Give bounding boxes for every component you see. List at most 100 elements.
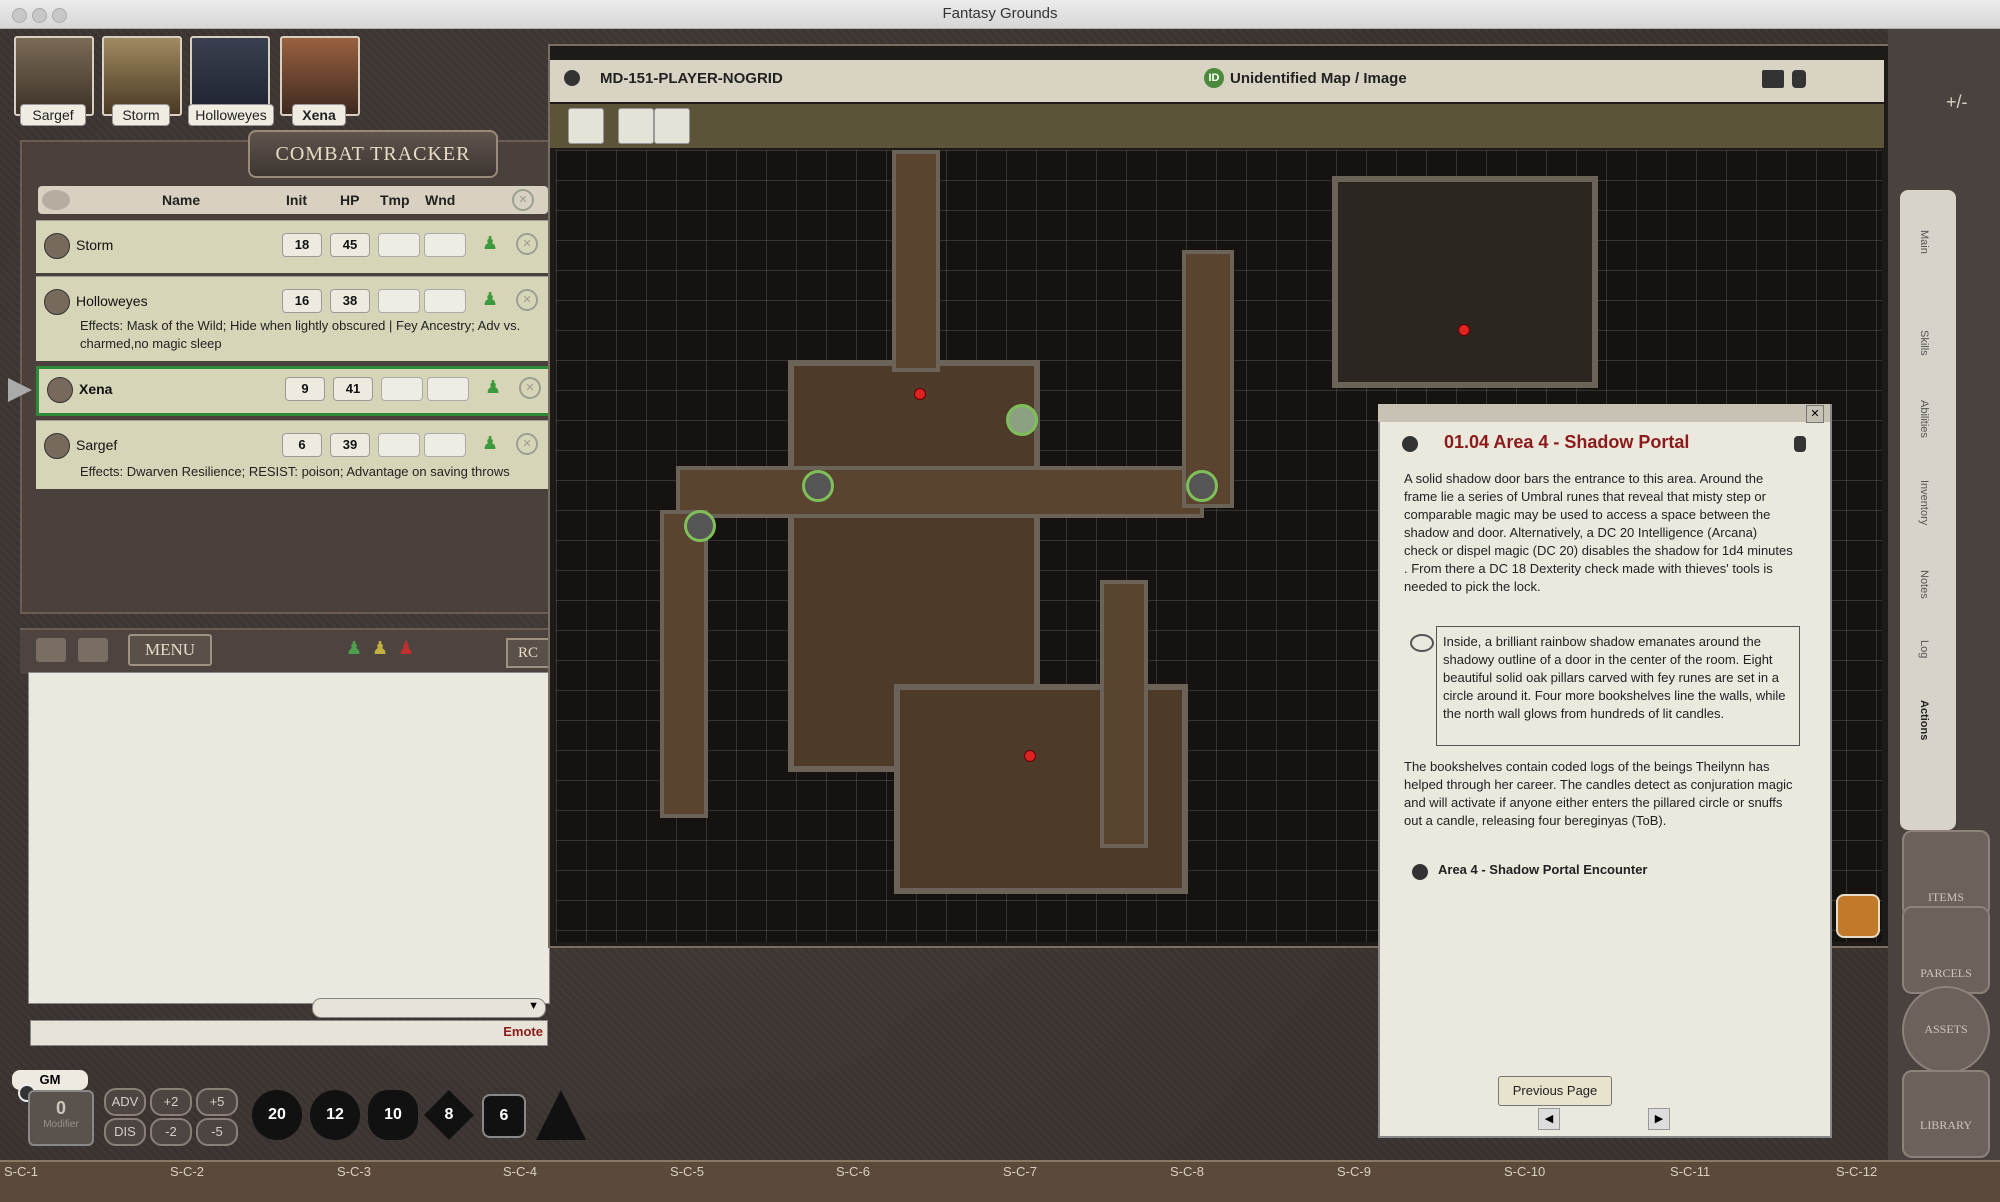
init-field[interactable]: 16: [282, 289, 322, 313]
d10-die-icon[interactable]: 10: [368, 1090, 418, 1140]
combatant-row-storm[interactable]: Storm 18 45 ♟ ✕: [36, 220, 548, 273]
hp-field[interactable]: 45: [330, 233, 370, 257]
zoom-to-fit-icon[interactable]: [568, 108, 604, 144]
hotkey-slot-5[interactable]: S-C-5: [670, 1164, 704, 1179]
friend-faction-icon[interactable]: ♟: [485, 377, 503, 397]
lock-icon[interactable]: [1792, 70, 1806, 88]
combatant-row-xena[interactable]: Xena 9 41 ♟ ✕: [36, 366, 554, 416]
plus2-button[interactable]: +2: [150, 1088, 192, 1116]
combatant-row-sargef[interactable]: Sargef 6 39 ♟ ✕ Effects: Dwarven Resilie…: [36, 420, 548, 489]
friend-token-icon[interactable]: ♟: [346, 638, 362, 659]
delete-icon[interactable]: ✕: [519, 377, 541, 399]
hotkey-slot-6[interactable]: S-C-6: [836, 1164, 870, 1179]
record-link-icon[interactable]: [1402, 436, 1418, 452]
tmp-field[interactable]: [381, 377, 423, 401]
share-icon[interactable]: [1762, 70, 1784, 88]
chat-mode-select[interactable]: ▼: [312, 998, 546, 1018]
hotkey-slot-2[interactable]: S-C-2: [170, 1164, 204, 1179]
parcels-button[interactable]: PARCELS: [1902, 906, 1990, 994]
minus2-button[interactable]: -2: [150, 1118, 192, 1146]
plus5-button[interactable]: +5: [196, 1088, 238, 1116]
items-button[interactable]: ITEMS: [1902, 830, 1990, 918]
tab-actions[interactable]: Actions: [1918, 700, 1930, 740]
emote-label[interactable]: Emote: [503, 1024, 543, 1039]
d20-die-icon[interactable]: 20: [252, 1090, 302, 1140]
d6-die-icon[interactable]: 6: [482, 1094, 526, 1138]
foe-token-icon[interactable]: ♟: [398, 638, 414, 659]
modifier-box[interactable]: 0 Modifier: [28, 1090, 94, 1146]
tab-notes[interactable]: Notes: [1918, 570, 1930, 599]
chat-input[interactable]: Emote: [30, 1020, 548, 1046]
hotkey-slot-9[interactable]: S-C-9: [1337, 1164, 1371, 1179]
next-arrow-icon[interactable]: ▶: [1648, 1108, 1670, 1130]
tmp-field[interactable]: [378, 289, 420, 313]
minus5-button[interactable]: -5: [196, 1118, 238, 1146]
friend-faction-icon[interactable]: ♟: [482, 233, 500, 253]
tab-skills[interactable]: Skills: [1918, 330, 1930, 356]
hotkey-slot-3[interactable]: S-C-3: [337, 1164, 371, 1179]
prev-arrow-icon[interactable]: ◀: [1538, 1108, 1560, 1130]
friend-faction-icon[interactable]: ♟: [482, 433, 500, 453]
tab-log[interactable]: Log: [1918, 640, 1930, 658]
map-pin-icon[interactable]: [1024, 750, 1036, 762]
d12-die-icon[interactable]: 12: [310, 1090, 360, 1140]
library-button[interactable]: LIBRARY: [1902, 1070, 1990, 1158]
hotkey-slot-1[interactable]: S-C-1: [4, 1164, 38, 1179]
id-badge[interactable]: ID: [1204, 68, 1224, 88]
wnd-field[interactable]: [424, 289, 466, 313]
map-token-player[interactable]: [684, 510, 716, 542]
tmp-field[interactable]: [378, 233, 420, 257]
init-field[interactable]: 18: [282, 233, 322, 257]
previous-page-button[interactable]: Previous Page: [1498, 1076, 1612, 1106]
clear-icon[interactable]: ✕: [512, 189, 534, 211]
friend-faction-icon[interactable]: ♟: [482, 289, 500, 309]
tab-abilities[interactable]: Abilities: [1918, 400, 1930, 438]
avatar: [44, 433, 70, 459]
map-token-npc[interactable]: [1006, 404, 1038, 436]
record-link-icon[interactable]: [564, 70, 580, 86]
rc-button[interactable]: RC: [506, 638, 550, 668]
wnd-field[interactable]: [424, 433, 466, 457]
hotkey-slot-11[interactable]: S-C-11: [1670, 1164, 1710, 1179]
hotkey-slot-8[interactable]: S-C-8: [1170, 1164, 1204, 1179]
hotkey-slot-12[interactable]: S-C-12: [1836, 1164, 1877, 1179]
tab-main[interactable]: Main: [1918, 230, 1930, 254]
map-pin-icon[interactable]: [914, 388, 926, 400]
tab-inventory[interactable]: Inventory: [1918, 480, 1930, 525]
adv-button[interactable]: ADV: [104, 1088, 146, 1116]
map-pin-icon[interactable]: [1458, 324, 1470, 336]
map-token-player[interactable]: [802, 470, 834, 502]
plus-minus-label[interactable]: +/-: [1946, 92, 1968, 113]
lock-icon[interactable]: [1794, 436, 1806, 452]
chat-log[interactable]: [28, 672, 550, 1004]
init-field[interactable]: 9: [285, 377, 325, 401]
dis-button[interactable]: DIS: [104, 1118, 146, 1146]
menu-button[interactable]: MENU: [128, 634, 212, 666]
delete-icon[interactable]: ✕: [516, 233, 538, 255]
wnd-field[interactable]: [427, 377, 469, 401]
encounter-link[interactable]: Area 4 - Shadow Portal Encounter: [1438, 862, 1648, 877]
assets-button[interactable]: ASSETS: [1902, 986, 1990, 1074]
pointer-icon[interactable]: [36, 638, 66, 662]
hp-field[interactable]: 38: [330, 289, 370, 313]
delete-icon[interactable]: ✕: [516, 289, 538, 311]
pen-icon[interactable]: [618, 108, 654, 144]
combatant-row-holloweyes[interactable]: Holloweyes 16 38 ♟ ✕ Effects: Mask of th…: [36, 276, 548, 361]
init-field[interactable]: 6: [282, 433, 322, 457]
envelope-icon[interactable]: [78, 638, 108, 662]
hotkey-slot-4[interactable]: S-C-4: [503, 1164, 537, 1179]
delete-icon[interactable]: ✕: [516, 433, 538, 455]
encounter-link-icon[interactable]: [1412, 864, 1428, 880]
tmp-field[interactable]: [378, 433, 420, 457]
neutral-token-icon[interactable]: ♟: [372, 638, 388, 659]
hotkey-slot-10[interactable]: S-C-10: [1504, 1164, 1545, 1179]
hp-field[interactable]: 41: [333, 377, 373, 401]
hotkey-slot-7[interactable]: S-C-7: [1003, 1164, 1037, 1179]
dice-tower-icon[interactable]: [1836, 894, 1880, 938]
eraser-icon[interactable]: [654, 108, 690, 144]
visibility-eye-icon[interactable]: [42, 190, 70, 210]
wnd-field[interactable]: [424, 233, 466, 257]
hp-field[interactable]: 39: [330, 433, 370, 457]
close-icon[interactable]: ✕: [1806, 405, 1824, 423]
map-token-player[interactable]: [1186, 470, 1218, 502]
